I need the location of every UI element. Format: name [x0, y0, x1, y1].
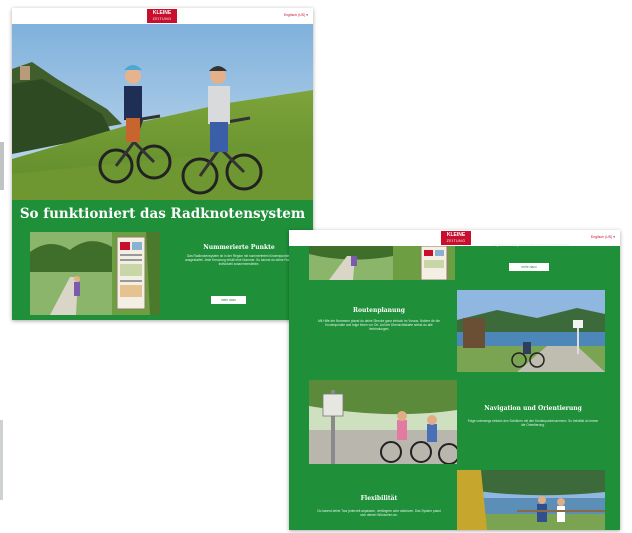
background-strip [0, 142, 4, 190]
photo [393, 246, 455, 280]
language-selector[interactable]: Englisch (US) ▾ [591, 235, 615, 239]
section-photo-lake-cyclists [457, 290, 605, 372]
section-photo-sign-board [393, 246, 455, 280]
section-title-route-planning: Routenplanung [353, 307, 405, 314]
section-photo-sign-board [112, 232, 160, 315]
section-photo-cyclist-path [309, 246, 393, 280]
photo [112, 232, 160, 315]
background-strip [0, 420, 3, 500]
section-title-navigation: Navigation und Orientierung [484, 405, 582, 412]
section-photo-cyclist-path [30, 232, 112, 315]
section-text-route-planning: Mit Hilfe der Nummern planst du deine St… [318, 319, 440, 332]
more-button[interactable]: mehr dazu [509, 263, 549, 271]
section-title-flexibility: Flexibilität [360, 495, 398, 502]
website-screenshot-1: KLEINE ZEITUNG Englisch (US) ▾ So funkti… [12, 8, 313, 320]
section-text: An jedem Knotenpunkt findest du eine Übe… [492, 243, 570, 247]
photo [309, 380, 457, 464]
section-title: Nummerierte Punkte [203, 244, 275, 251]
language-selector[interactable]: Englisch (US) ▾ [284, 13, 308, 17]
hero-photo [12, 24, 313, 200]
photo [309, 246, 393, 280]
site-header: KLEINE ZEITUNG Englisch (US) ▾ [12, 8, 313, 24]
logo-subtext: ZEITUNG [152, 17, 172, 21]
photo [457, 290, 605, 372]
section-photo-river-cyclists [457, 470, 605, 530]
page-heading: So funktioniert das Radknotensystem [19, 206, 306, 222]
section-photo-signpost-cyclists [309, 380, 457, 464]
section-text-flexibility: Du kannst deine Tour jederzeit anpassen,… [317, 509, 441, 518]
hero-image-cyclists [12, 24, 313, 200]
photo [30, 232, 112, 315]
website-screenshot-2: KLEINE ZEITUNG Englisch (US) ▾ An jedem … [289, 230, 620, 530]
photo [457, 470, 605, 530]
site-logo[interactable]: KLEINE ZEITUNG [147, 9, 177, 23]
section-text: Das Radknotensystem ist in der Region mi… [185, 254, 293, 267]
more-button[interactable]: mehr dazu [211, 296, 246, 304]
section-text-navigation: Folge unterwegs einfach den Schildern mi… [467, 419, 599, 428]
